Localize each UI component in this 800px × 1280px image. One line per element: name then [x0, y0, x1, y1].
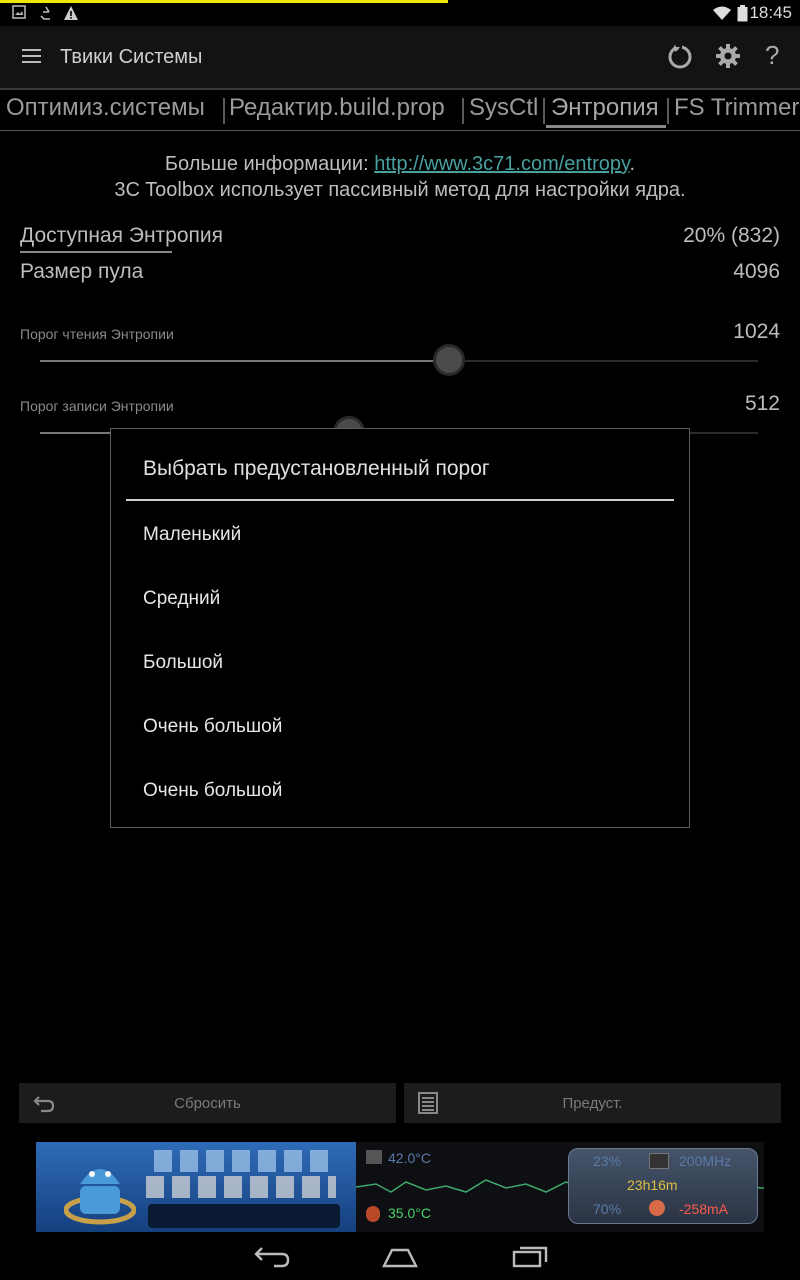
dialog-title-divider — [126, 499, 674, 501]
ad-current: -258mA — [679, 1201, 729, 1217]
menu-icon[interactable] — [22, 48, 42, 64]
preset-threshold-dialog: Выбрать предустановленный порог Маленьки… — [110, 428, 690, 828]
back-icon[interactable] — [254, 1246, 290, 1268]
tab-divider — [667, 98, 669, 124]
tab-sysctl[interactable]: SysCtl — [469, 94, 538, 122]
presets-label: Предуст. — [562, 1094, 623, 1112]
read-threshold-label: Порог чтения Энтропии — [20, 326, 174, 342]
ad-frequency: 200MHz — [679, 1153, 732, 1169]
tab-divider — [462, 98, 464, 124]
read-threshold-thumb[interactable] — [436, 347, 463, 373]
battery-temp-icon — [366, 1206, 380, 1222]
option-very-large-2[interactable]: Очень большой — [143, 780, 282, 802]
help-icon[interactable]: ? — [765, 40, 779, 71]
app-icons-dock — [148, 1204, 340, 1228]
link-suffix: . — [629, 153, 636, 175]
clock-time: 18:45 — [749, 3, 792, 22]
reboot-icon[interactable] — [666, 42, 694, 70]
more-info-label: Больше информации: — [164, 153, 375, 175]
list-icon — [418, 1092, 438, 1114]
wifi-icon — [712, 5, 732, 21]
ad-uptime: 23h16m — [627, 1177, 678, 1193]
navigation-bar — [0, 1232, 800, 1280]
option-large[interactable]: Большой — [143, 652, 223, 674]
read-threshold-value: 1024 — [733, 320, 780, 343]
battery-icon — [737, 5, 749, 22]
entropy-level-underline — [20, 251, 172, 253]
undo-icon — [33, 1093, 55, 1113]
tab-divider — [223, 98, 225, 124]
tab-build-prop-editor[interactable]: Редактир.build.prop — [229, 94, 445, 122]
presets-button[interactable]: Предуст. — [404, 1083, 781, 1123]
entropy-info-link[interactable]: http://www.3c71.com/entropy — [374, 153, 629, 175]
ad-temp-1: 42.0°C — [388, 1150, 431, 1166]
settings-icon[interactable] — [715, 43, 741, 69]
app-icons-row-1 — [154, 1150, 334, 1172]
tab-entropy[interactable]: Энтропия — [551, 94, 659, 122]
tab-system-optimization[interactable]: Оптимиз.системы — [6, 94, 205, 122]
pool-size-label: Размер пула — [20, 260, 144, 283]
pool-size-value: 4096 — [733, 260, 780, 283]
dialog-title: Выбрать предустановленный порог — [143, 457, 490, 480]
write-threshold-value: 512 — [744, 392, 780, 415]
ad-app-icons-panel — [36, 1142, 356, 1232]
more-info-line: Больше информации: http://www.3c71.com/e… — [0, 153, 800, 176]
app-icons-row-2 — [146, 1176, 336, 1198]
ad-banner[interactable]: 42.0°C 35.0°C 23% 200MHz 23h16m 70% -258… — [36, 1142, 764, 1232]
download-progress-bar — [0, 0, 448, 3]
reset-label: Сбросить — [174, 1094, 241, 1112]
read-threshold-fill — [40, 360, 450, 362]
write-threshold-label: Порог записи Энтропии — [20, 398, 174, 414]
ad-percent-2: 70% — [593, 1201, 622, 1217]
warning-icon — [63, 5, 79, 21]
active-tab-indicator — [546, 125, 666, 128]
option-medium[interactable]: Средний — [143, 588, 220, 610]
home-icon[interactable] — [382, 1246, 418, 1268]
ad-system-monitor-panel: 42.0°C 35.0°C 23% 200MHz 23h16m 70% -258… — [356, 1142, 764, 1232]
read-threshold-slider[interactable] — [40, 347, 758, 373]
option-very-large[interactable]: Очень большой — [143, 716, 282, 738]
android-mascot-icon — [63, 1150, 137, 1226]
available-entropy-label: Доступная Энтропия — [20, 224, 223, 247]
option-small[interactable]: Маленький — [143, 524, 241, 546]
battery-icon — [649, 1200, 665, 1216]
reset-button[interactable]: Сбросить — [19, 1083, 396, 1123]
ad-temp-2: 35.0°C — [388, 1205, 431, 1221]
status-bar: 18:45 — [0, 0, 800, 26]
app-title: Твики Системы — [60, 46, 203, 68]
tab-bar: Оптимиз.системы Редактир.build.prop SysC… — [0, 90, 800, 131]
recycle-icon — [38, 5, 54, 21]
tab-fs-trimmer[interactable]: FS Trimmer — [674, 94, 799, 122]
memory-chip-icon — [649, 1153, 669, 1169]
tab-divider — [543, 98, 545, 124]
ad-stats-box: 23% 200MHz 23h16m 70% -258mA — [568, 1148, 758, 1224]
method-description: 3C Toolbox использует пассивный метод дл… — [114, 179, 686, 201]
image-icon — [12, 5, 28, 21]
ad-percent-1: 23% — [593, 1153, 622, 1169]
cpu-chip-icon — [366, 1150, 382, 1164]
available-entropy-value: 20% (832) — [683, 224, 780, 247]
recent-apps-icon[interactable] — [512, 1244, 548, 1268]
